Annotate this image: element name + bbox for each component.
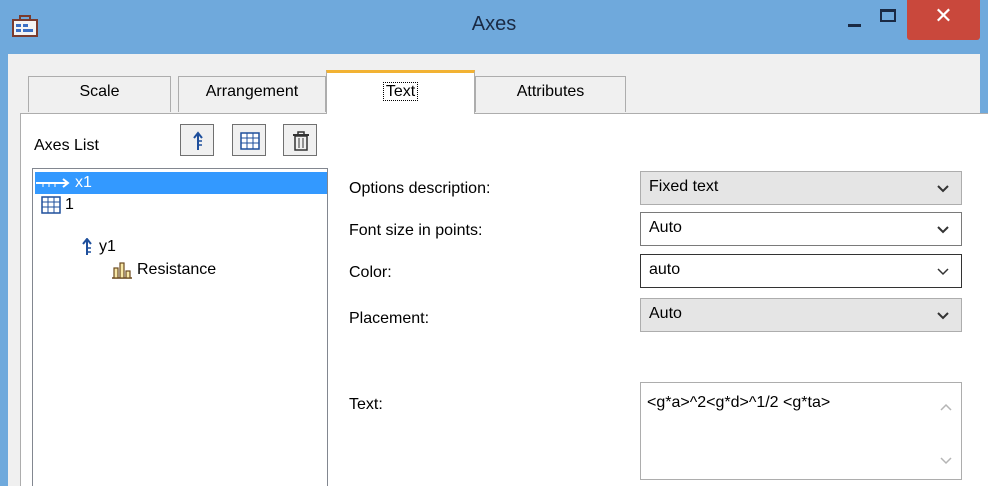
- color-label: Color:: [349, 264, 392, 281]
- delete-button[interactable]: [283, 124, 317, 156]
- tree-item-y1[interactable]: y1: [81, 236, 116, 258]
- placement-select[interactable]: Auto: [640, 298, 962, 332]
- select-value: Auto: [649, 305, 682, 322]
- combo-value: Auto: [649, 219, 682, 236]
- placement-label: Placement:: [349, 310, 430, 327]
- scroll-down-icon[interactable]: [940, 457, 952, 465]
- font-size-label: Font size in points:: [349, 222, 483, 239]
- title-bar[interactable]: Axes ✕: [0, 0, 988, 54]
- tab-label: Text: [382, 82, 419, 101]
- add-axis-button[interactable]: [180, 124, 214, 156]
- maximize-icon: [880, 9, 896, 22]
- bar-chart-icon: [112, 262, 132, 279]
- axis-x-icon: [36, 177, 70, 188]
- tab-scale[interactable]: Scale: [28, 76, 171, 112]
- tree-item-1[interactable]: 1: [41, 194, 74, 216]
- tab-text[interactable]: Text: [326, 70, 475, 114]
- select-value: Fixed text: [649, 178, 719, 195]
- axes-tree[interactable]: x1 1 y1 Resistance: [32, 168, 328, 486]
- tab-arrangement[interactable]: Arrangement: [178, 76, 326, 112]
- axis-y-icon: [82, 237, 92, 255]
- tree-item-resistance[interactable]: Resistance: [111, 259, 216, 281]
- tree-item-label: x1: [75, 174, 92, 191]
- font-size-combo[interactable]: Auto: [640, 212, 962, 246]
- chevron-down-icon: [937, 268, 949, 276]
- chevron-down-icon: [937, 312, 949, 320]
- tree-item-label: Resistance: [137, 261, 217, 278]
- add-coordinate-system-button[interactable]: [232, 124, 266, 156]
- tab-label: Attributes: [516, 83, 585, 100]
- grid-icon: [41, 196, 61, 214]
- tab-label: Arrangement: [205, 83, 299, 100]
- text-label: Text:: [349, 396, 383, 413]
- minimize-icon: [848, 24, 861, 27]
- trash-icon: [293, 131, 309, 151]
- axis-y-icon: [193, 131, 203, 150]
- tree-item-label: y1: [99, 238, 116, 255]
- axes-list-label: Axes List: [34, 137, 99, 154]
- combo-value: auto: [649, 261, 681, 278]
- tree-item-x1[interactable]: x1: [35, 172, 327, 194]
- grid-icon: [240, 132, 260, 150]
- color-combo[interactable]: auto: [640, 254, 962, 288]
- maximize-button[interactable]: [870, 0, 910, 40]
- chevron-down-icon: [937, 226, 949, 234]
- options-description-label: Options description:: [349, 180, 491, 197]
- scroll-up-icon[interactable]: [940, 403, 952, 411]
- textarea-value: <g*a>^2<g*d>^1/2 <g*ta>: [647, 394, 831, 411]
- close-icon: ✕: [934, 4, 953, 29]
- tab-label: Scale: [79, 83, 120, 100]
- tree-item-label: 1: [65, 196, 74, 213]
- axis-text-input[interactable]: <g*a>^2<g*d>^1/2 <g*ta>: [640, 382, 962, 480]
- close-button[interactable]: ✕: [907, 0, 980, 40]
- tab-attributes[interactable]: Attributes: [475, 76, 626, 112]
- chevron-down-icon: [937, 185, 949, 193]
- options-description-select[interactable]: Fixed text: [640, 171, 962, 205]
